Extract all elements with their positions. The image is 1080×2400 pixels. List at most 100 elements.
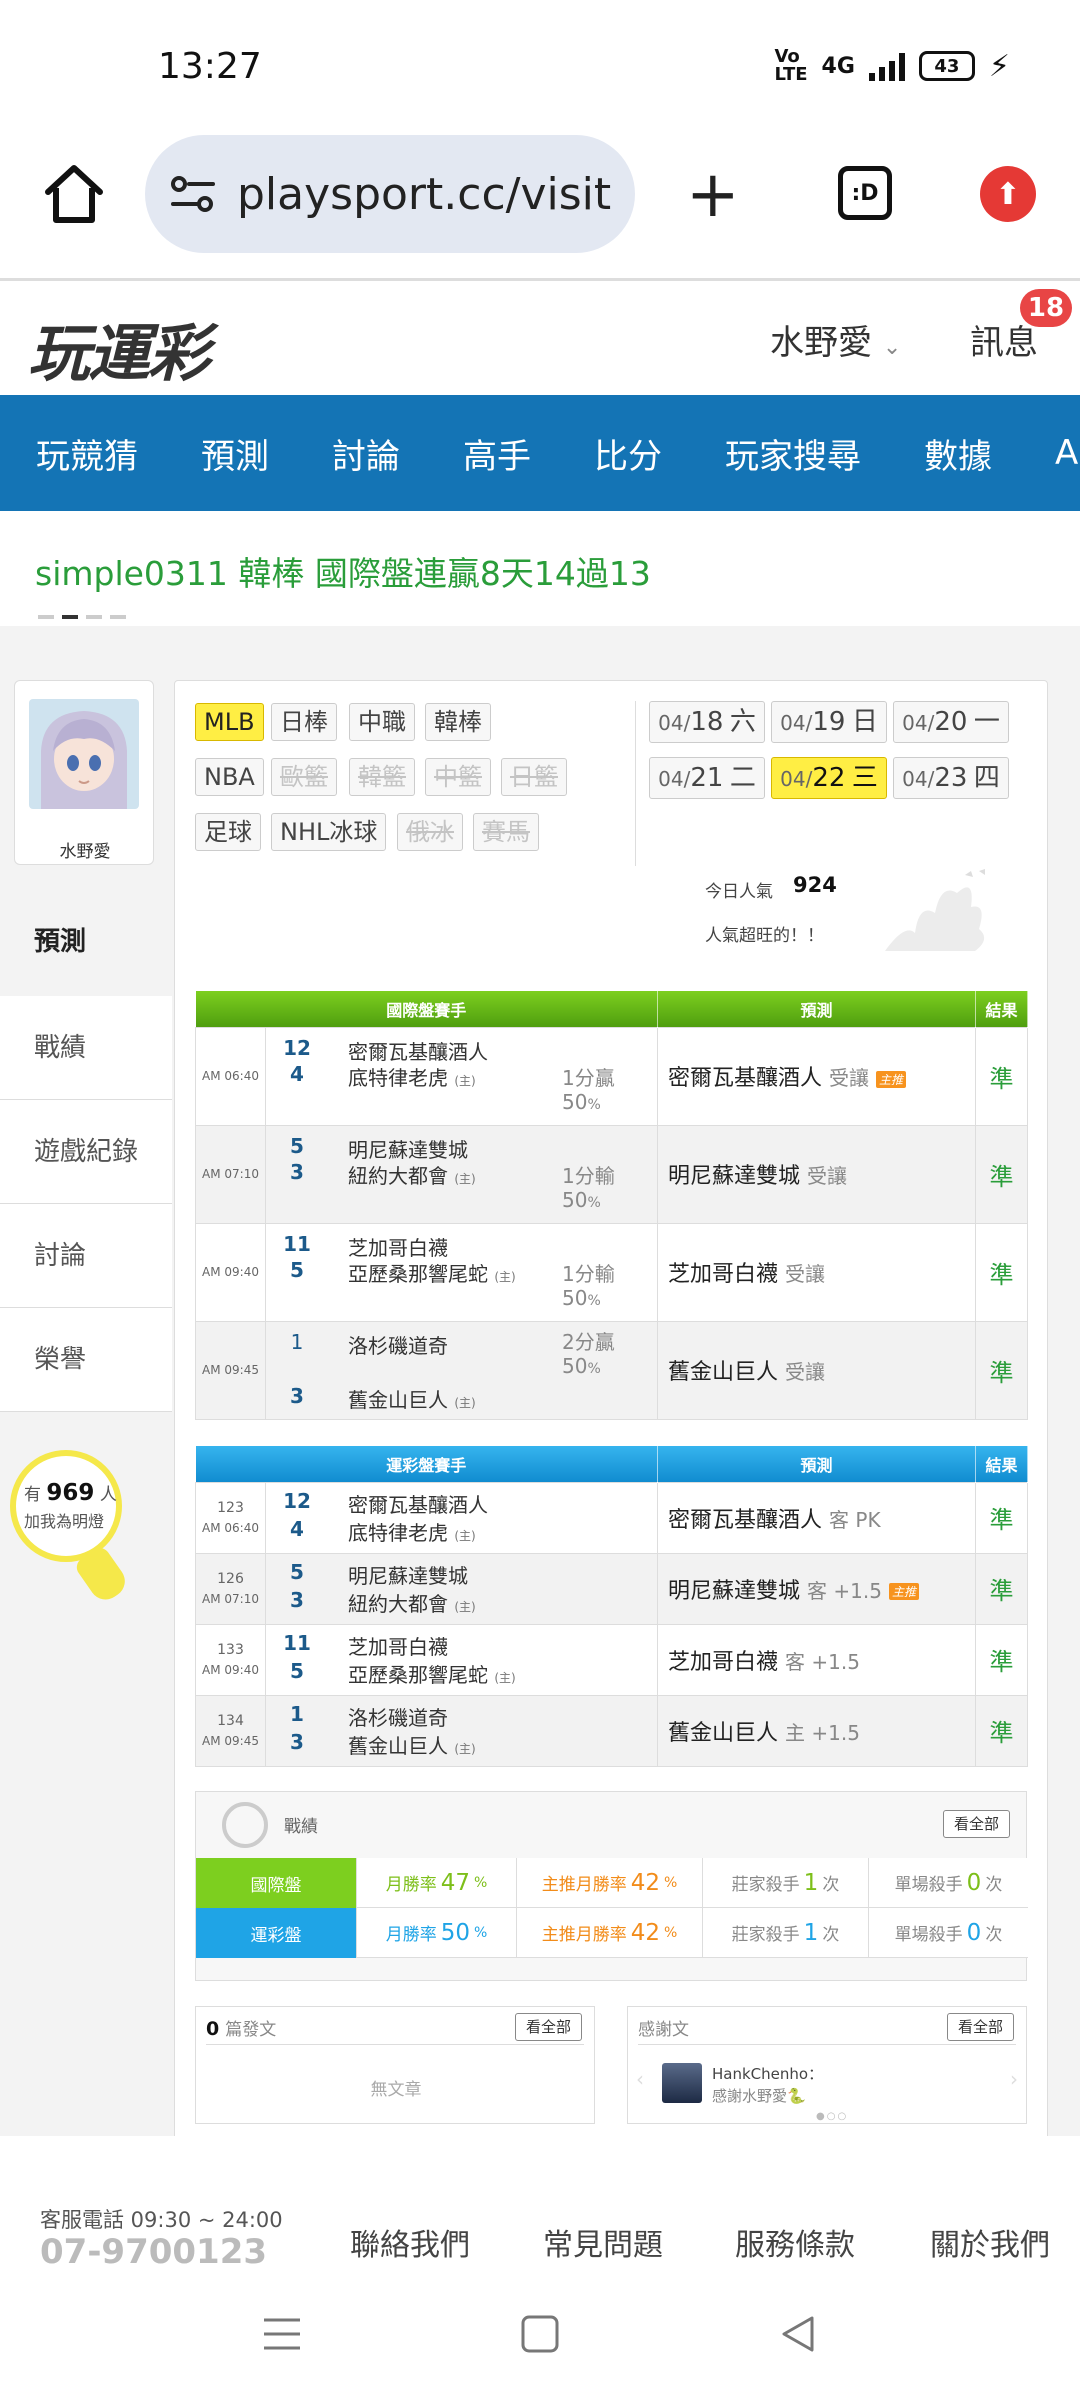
table-row: AM 09:45 1 3 洛杉磯道奇 舊金山巨人 (主) 2分贏 50% 舊金山巨… xyxy=(195,1320,1029,1420)
nav-item-scores[interactable]: 比分 xyxy=(594,429,662,478)
follow-lamp-button[interactable]: 有 969 人 加我為明燈 xyxy=(10,1450,140,1606)
lottery-prediction-table: 運彩盤賽手 預測 結果 123 AM 06:40 12 4 密爾瓦基釀酒人 底特律… xyxy=(195,1446,1029,1767)
view-all-articles-button[interactable]: 看全部 xyxy=(514,2013,582,2041)
home-icon[interactable] xyxy=(40,160,108,228)
away-team[interactable]: 芝加哥白襪 xyxy=(348,1232,448,1261)
site-header: 玩運彩 水野愛 ⌄ 訊息 18 xyxy=(0,281,1080,395)
league-tag-mlb[interactable]: MLB xyxy=(195,703,264,741)
away-team[interactable]: 密爾瓦基釀酒人 xyxy=(348,1036,488,1065)
match-cell: 5 3 明尼蘇達雙城 紐約大都會 (主) 1分輸 50% xyxy=(264,1124,659,1224)
result-cell: 準 xyxy=(975,1026,1029,1126)
game-number-time: 123 AM 06:40 xyxy=(195,1481,266,1554)
date-button[interactable]: 04/19 日 xyxy=(771,701,887,743)
away-team[interactable]: 明尼蘇達雙城 xyxy=(348,1134,468,1163)
away-score: 5 xyxy=(290,1133,304,1158)
home-team[interactable]: 底特律老虎 (主) xyxy=(348,1517,476,1546)
chevron-left-icon[interactable]: ‹ xyxy=(636,2067,644,2091)
date-button[interactable]: 04/20 一 xyxy=(893,701,1009,743)
empty-articles-text: 無文章 xyxy=(370,2080,422,2100)
thanks-user[interactable]: HankChenho： xyxy=(712,2063,823,2084)
pager-dot-active[interactable] xyxy=(62,615,78,619)
home-team[interactable]: 底特律老虎 (主) xyxy=(348,1062,476,1091)
nav-item-experts[interactable]: 高手 xyxy=(463,429,531,478)
home-team[interactable]: 亞歷桑那響尾蛇 (主) xyxy=(348,1258,516,1287)
away-team[interactable]: 芝加哥白襪 xyxy=(348,1631,448,1660)
home-team[interactable]: 紐約大都會 (主) xyxy=(348,1160,476,1189)
league-tag-nba[interactable]: NBA xyxy=(195,758,264,796)
league-tag-nhl[interactable]: NHL冰球 xyxy=(271,813,387,851)
match-cell: 5 3 明尼蘇達雙城 紐約大都會 (主) xyxy=(264,1552,659,1625)
league-tag-horse-racing: 賽馬 xyxy=(473,813,539,851)
away-team[interactable]: 洛杉磯道奇 xyxy=(348,1330,448,1359)
home-square-icon[interactable] xyxy=(516,2310,564,2358)
away-team[interactable]: 明尼蘇達雙城 xyxy=(348,1560,468,1589)
side-item-discuss[interactable]: 討論 xyxy=(0,1204,172,1308)
pager-dot[interactable] xyxy=(38,615,54,619)
nav-item-predict[interactable]: 預測 xyxy=(201,429,269,478)
home-team[interactable]: 紐約大都會 (主) xyxy=(348,1588,476,1617)
thanks-widget: 感謝文 看全部 ‹ HankChenho： 感謝水野愛🐍 › ●○○ xyxy=(627,2006,1027,2124)
update-arrow-icon[interactable]: ⬆ xyxy=(980,166,1036,222)
nav-item-discuss[interactable]: 討論 xyxy=(332,429,400,478)
tab-switcher-button[interactable]: :D xyxy=(838,166,892,220)
date-button[interactable]: 04/21 二 xyxy=(649,757,765,799)
home-team[interactable]: 舊金山巨人 (主) xyxy=(348,1384,476,1413)
pager-dot[interactable] xyxy=(86,615,102,619)
spread-outcome: 1分贏 50% xyxy=(562,1065,615,1114)
away-score: 11 xyxy=(283,1630,311,1655)
game-time: AM 09:45 xyxy=(195,1320,266,1420)
new-tab-icon[interactable]: + xyxy=(686,163,740,227)
site-logo[interactable]: 玩運彩 xyxy=(28,303,210,393)
user-name: 水野愛 xyxy=(770,323,872,363)
league-tag-korea-basketball: 韓籃 xyxy=(349,758,415,796)
home-team[interactable]: 舊金山巨人 (主) xyxy=(348,1730,476,1759)
league-tag-kbo[interactable]: 韓棒 xyxy=(425,703,491,741)
chevron-right-icon[interactable]: › xyxy=(1010,2067,1018,2091)
side-item-predict[interactable]: 預測 xyxy=(0,890,172,996)
view-all-record-button[interactable]: 看全部 xyxy=(942,1810,1010,1838)
footer-link-faq[interactable]: 常見問題 xyxy=(543,2220,663,2264)
league-tag-soccer[interactable]: 足球 xyxy=(195,813,261,851)
table-header: 國際盤賽手 xyxy=(195,991,659,1027)
game-time: AM 06:40 xyxy=(195,1026,266,1126)
date-button[interactable]: 04/18 六 xyxy=(649,701,765,743)
date-button-selected[interactable]: 04/22 三 xyxy=(771,757,887,799)
date-button[interactable]: 04/23 四 xyxy=(893,757,1009,799)
pager-dot[interactable] xyxy=(110,615,126,619)
menu-icon[interactable] xyxy=(258,2310,306,2358)
user-menu[interactable]: 水野愛 ⌄ xyxy=(770,315,901,364)
footer-link-contact[interactable]: 聯絡我們 xyxy=(350,2220,470,2264)
prediction-cell: 芝加哥白襪 受讓 xyxy=(657,1222,977,1322)
nav-item-guess[interactable]: 玩競猜 xyxy=(36,429,138,478)
home-team[interactable]: 亞歷桑那響尾蛇 (主) xyxy=(348,1659,516,1688)
away-team[interactable]: 洛杉磯道奇 xyxy=(348,1702,448,1731)
footer-link-terms[interactable]: 服務條款 xyxy=(735,2220,855,2264)
nav-item-player-search[interactable]: 玩家搜尋 xyxy=(725,429,861,478)
league-tag-npb[interactable]: 日棒 xyxy=(271,703,337,741)
nav-item-app[interactable]: APP xyxy=(1055,433,1080,473)
target-icon xyxy=(222,1802,268,1848)
side-item-honor[interactable]: 榮譽 xyxy=(0,1308,172,1412)
home-score: 4 xyxy=(290,1061,304,1086)
away-team[interactable]: 密爾瓦基釀酒人 xyxy=(348,1489,488,1518)
record-row-label: 國際盤 xyxy=(196,1858,356,1908)
browser-toolbar: playsport.cc/visit + :D ⬆ xyxy=(0,130,1080,278)
home-score: 5 xyxy=(290,1257,304,1282)
side-item-record[interactable]: 戰績 xyxy=(0,996,172,1100)
marquee-text[interactable]: simple0311 韓棒 國際盤連贏8天14過13 xyxy=(35,547,651,595)
nav-item-data[interactable]: 數據 xyxy=(924,429,992,478)
avatar-card[interactable]: 水野愛 xyxy=(14,680,154,865)
back-icon[interactable] xyxy=(774,2310,822,2358)
side-item-game-log[interactable]: 遊戲紀錄 xyxy=(0,1100,172,1204)
intl-prediction-table: 國際盤賽手 預測 結果 AM 06:40 12 4 密爾瓦基釀酒人 底特律老虎 … xyxy=(195,991,1029,1420)
league-tag-china-basketball: 中籃 xyxy=(425,758,491,796)
site-settings-icon[interactable] xyxy=(167,168,219,220)
prediction-cell: 明尼蘇達雙城 客 +1.5 主推 xyxy=(657,1552,977,1625)
league-tag-cpbl[interactable]: 中職 xyxy=(349,703,415,741)
footer-link-about[interactable]: 關於我們 xyxy=(930,2220,1050,2264)
popularity-note: 人氣超旺的！！ xyxy=(705,926,824,946)
view-all-thanks-button[interactable]: 看全部 xyxy=(946,2013,1014,2041)
address-bar[interactable]: playsport.cc/visit xyxy=(145,135,635,253)
away-score: 12 xyxy=(283,1035,311,1060)
avatar-name: 水野愛 xyxy=(59,842,111,862)
